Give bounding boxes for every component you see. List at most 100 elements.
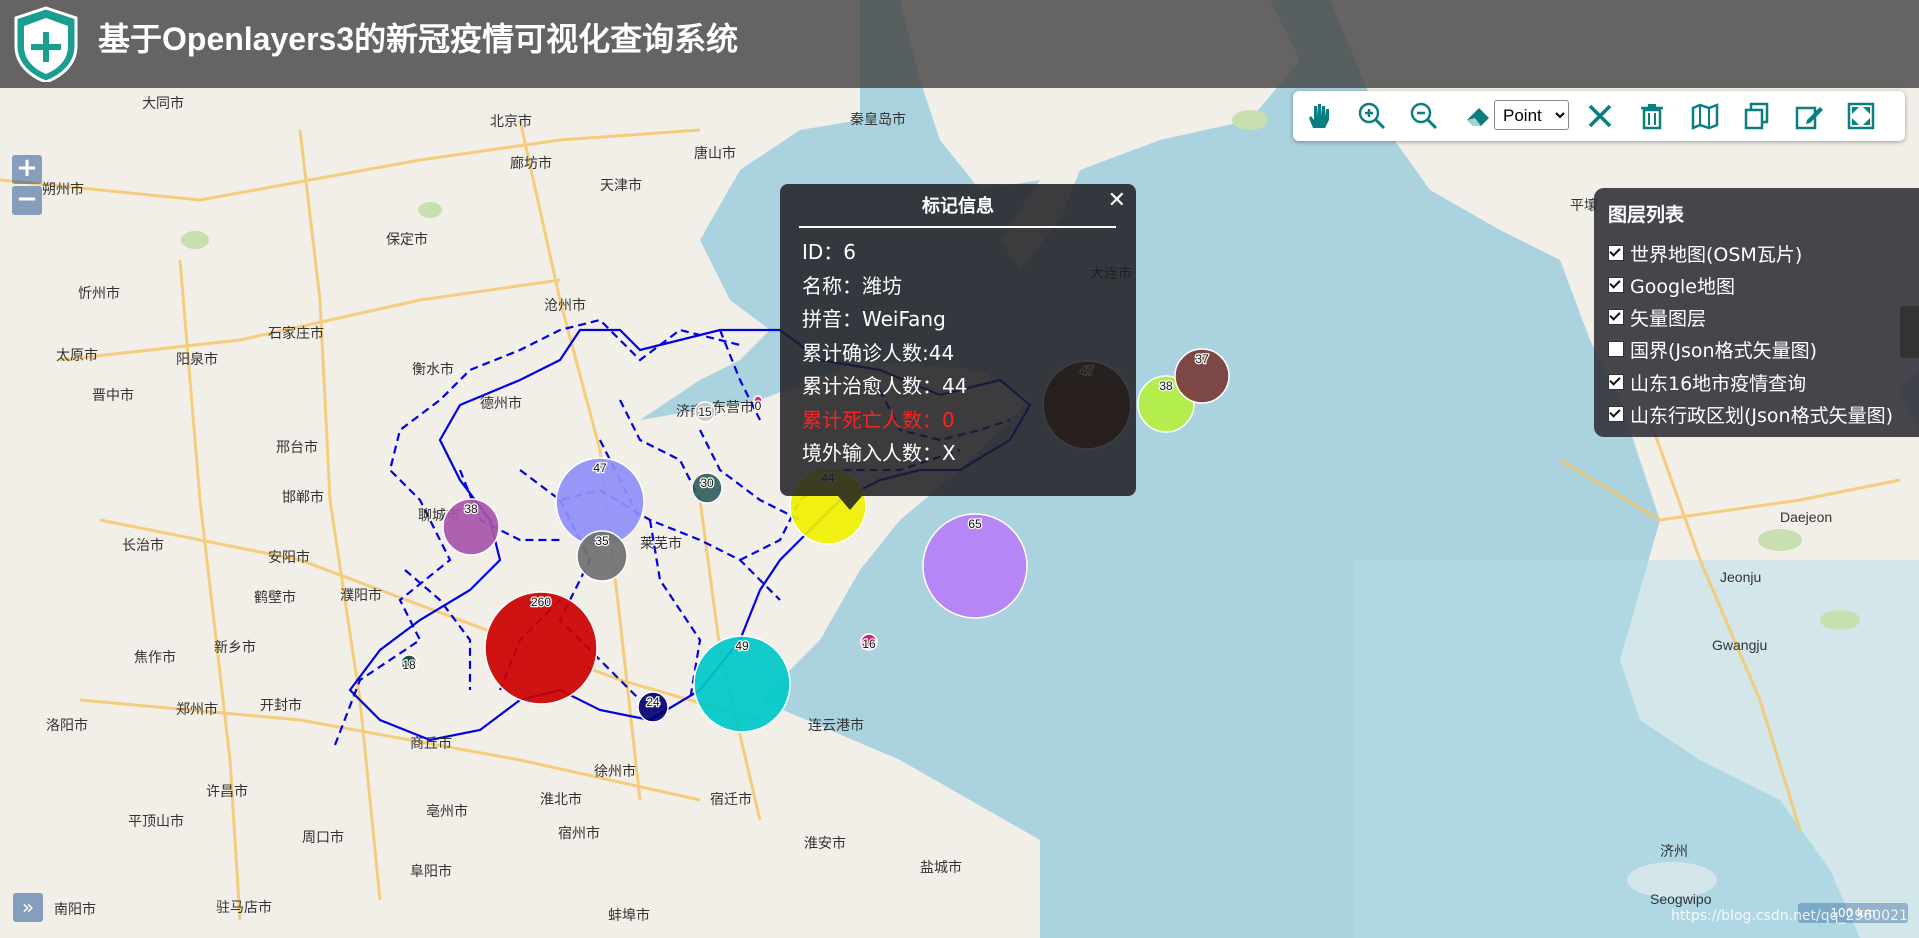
layer-checkbox[interactable] bbox=[1608, 277, 1624, 293]
page-title: 基于Openlayers3的新冠疫情可视化查询系统 bbox=[98, 21, 739, 57]
edit-icon[interactable] bbox=[1793, 100, 1825, 132]
layer-item-border[interactable]: 国界(Json格式矢量图) bbox=[1608, 335, 1817, 363]
bubble-value-label: 38 bbox=[1159, 379, 1173, 393]
city-label: 大同市 bbox=[142, 95, 184, 111]
popup-row-id: ID：6 bbox=[802, 240, 857, 264]
zoom-control: + − bbox=[12, 155, 42, 217]
city-label: 长治市 bbox=[122, 537, 164, 553]
bubble-value-label: 18 bbox=[402, 658, 416, 672]
city-label: 石家庄市 bbox=[268, 325, 324, 341]
overview-expand-button[interactable]: » bbox=[13, 893, 43, 922]
city-label: 秦皇岛市 bbox=[850, 111, 906, 127]
city-label: 蚌埠市 bbox=[608, 907, 650, 923]
layer-list-title: 图层列表 bbox=[1608, 204, 1685, 226]
city-label: 宿州市 bbox=[558, 825, 600, 841]
city-label: 洛阳市 bbox=[46, 717, 88, 733]
city-label: 朔州市 bbox=[42, 181, 84, 197]
pan-icon[interactable] bbox=[1303, 100, 1335, 132]
city-label: 淮北市 bbox=[540, 791, 582, 807]
city-label: 安阳市 bbox=[268, 549, 310, 565]
fullscreen-icon[interactable] bbox=[1845, 100, 1877, 132]
marker-info-popup: 标记信息 ✕ ID：6 名称：潍坊 拼音：WeiFang 累计确诊人数:44 累… bbox=[780, 184, 1136, 510]
city-label: 开封市 bbox=[260, 697, 302, 713]
copy-icon[interactable] bbox=[1741, 100, 1773, 132]
layer-label: 国界(Json格式矢量图) bbox=[1630, 339, 1817, 362]
layer-item-admin[interactable]: 山东行政区划(Json格式矢量图) bbox=[1608, 400, 1893, 428]
city-label: 保定市 bbox=[386, 231, 428, 247]
delete-icon[interactable] bbox=[1636, 100, 1668, 132]
city-label: 平顶山市 bbox=[128, 813, 184, 829]
layer-item-google[interactable]: Google地图 bbox=[1608, 271, 1735, 299]
city-label: 鹤壁市 bbox=[254, 589, 296, 605]
park-area bbox=[1758, 529, 1802, 551]
park-area bbox=[418, 202, 442, 218]
popup-row-name: 名称：潍坊 bbox=[802, 273, 902, 298]
app-header: 基于Openlayers3的新冠疫情可视化查询系统 bbox=[0, 0, 1919, 88]
bubble-value-label: 35 bbox=[595, 534, 609, 548]
side-panel-tab[interactable] bbox=[1900, 306, 1919, 358]
city-label: 许昌市 bbox=[206, 783, 248, 799]
city-label: 濮阳市 bbox=[340, 587, 382, 603]
bubble-value-label: 15 bbox=[698, 405, 712, 419]
city-label: 忻州市 bbox=[78, 285, 120, 301]
shield-logo-icon bbox=[14, 6, 78, 82]
layer-item-epidemic[interactable]: 山东16地市疫情查询 bbox=[1608, 368, 1806, 396]
layer-checkbox[interactable] bbox=[1608, 341, 1624, 357]
layer-checkbox[interactable] bbox=[1608, 374, 1624, 390]
layer-item-osm[interactable]: 世界地图(OSM瓦片) bbox=[1608, 239, 1802, 267]
city-label: 邯郸市 bbox=[282, 489, 324, 505]
clear-icon[interactable] bbox=[1584, 100, 1616, 132]
city-label: 北京市 bbox=[490, 113, 532, 129]
popup-row-confirmed: 累计确诊人数:44 bbox=[802, 340, 955, 365]
city-label: 济州 bbox=[1660, 843, 1688, 859]
popup-row-pinyin: 拼音：WeiFang bbox=[802, 307, 946, 331]
city-label: 宿迁市 bbox=[710, 791, 752, 807]
bubble-value-label: 37 bbox=[1195, 352, 1209, 366]
layer-checkbox[interactable] bbox=[1608, 406, 1624, 422]
layer-label: Google地图 bbox=[1630, 275, 1736, 298]
city-label: 商丘市 bbox=[410, 735, 452, 751]
city-label: 驻马店市 bbox=[216, 899, 272, 915]
city-label: 郑州市 bbox=[176, 701, 218, 717]
popup-pointer bbox=[838, 496, 862, 510]
layer-item-vector[interactable]: 矢量图层 bbox=[1608, 303, 1706, 331]
layer-list-panel: 图层列表 世界地图(OSM瓦片) Google地图 矢量图层 国界(Json格式… bbox=[1594, 188, 1919, 437]
bubble-value-label: 260 bbox=[531, 595, 551, 609]
city-label: 天津市 bbox=[600, 177, 642, 193]
layer-label: 山东行政区划(Json格式矢量图) bbox=[1630, 404, 1893, 427]
popup-row-imported: 境外输入人数：X bbox=[802, 441, 956, 465]
city-label: 周口市 bbox=[302, 829, 344, 845]
zoom-out-icon[interactable] bbox=[1408, 100, 1440, 132]
city-label: 新乡市 bbox=[214, 639, 256, 655]
city-label: 盐城市 bbox=[920, 859, 962, 875]
eraser-icon[interactable] bbox=[1463, 100, 1495, 132]
bubble-value-label: 30 bbox=[700, 476, 714, 490]
city-label: 廊坊市 bbox=[510, 155, 552, 171]
city-label: Seogwipo bbox=[1650, 891, 1712, 907]
popup-close-button[interactable]: ✕ bbox=[1108, 188, 1126, 213]
city-label: 邢台市 bbox=[276, 439, 318, 455]
watermark-text: https://blog.csdn.net/qq_2960021 bbox=[1671, 908, 1908, 924]
city-label: 德州市 bbox=[480, 395, 522, 411]
zoom-out-button[interactable]: − bbox=[12, 186, 42, 215]
bubble-value-label: 49 bbox=[735, 639, 749, 653]
city-label: 徐州市 bbox=[594, 763, 636, 779]
bubble-value-label: 65 bbox=[968, 517, 982, 531]
city-label: 晋中市 bbox=[92, 387, 134, 403]
map-toolbar: Point bbox=[1293, 91, 1905, 141]
zoom-in-icon[interactable] bbox=[1356, 100, 1388, 132]
park-area bbox=[1820, 610, 1860, 630]
map-icon[interactable] bbox=[1689, 100, 1721, 132]
layer-label: 矢量图层 bbox=[1630, 307, 1707, 330]
zoom-in-button[interactable]: + bbox=[12, 155, 42, 184]
layer-checkbox[interactable] bbox=[1608, 245, 1624, 261]
city-label: 沧州市 bbox=[544, 297, 586, 313]
popup-row-deaths: 累计死亡人数：0 bbox=[802, 407, 955, 432]
draw-type-select[interactable]: Point bbox=[1494, 100, 1569, 130]
layer-checkbox[interactable] bbox=[1608, 309, 1624, 325]
city-label: 莱芜市 bbox=[640, 535, 682, 551]
city-label: 阜阳市 bbox=[410, 863, 452, 879]
city-label: 东营市 bbox=[712, 399, 754, 415]
city-label: Gwangju bbox=[1712, 637, 1767, 653]
popup-content: ID：6 名称：潍坊 拼音：WeiFang 累计确诊人数:44 累计治愈人数：4… bbox=[802, 236, 967, 471]
